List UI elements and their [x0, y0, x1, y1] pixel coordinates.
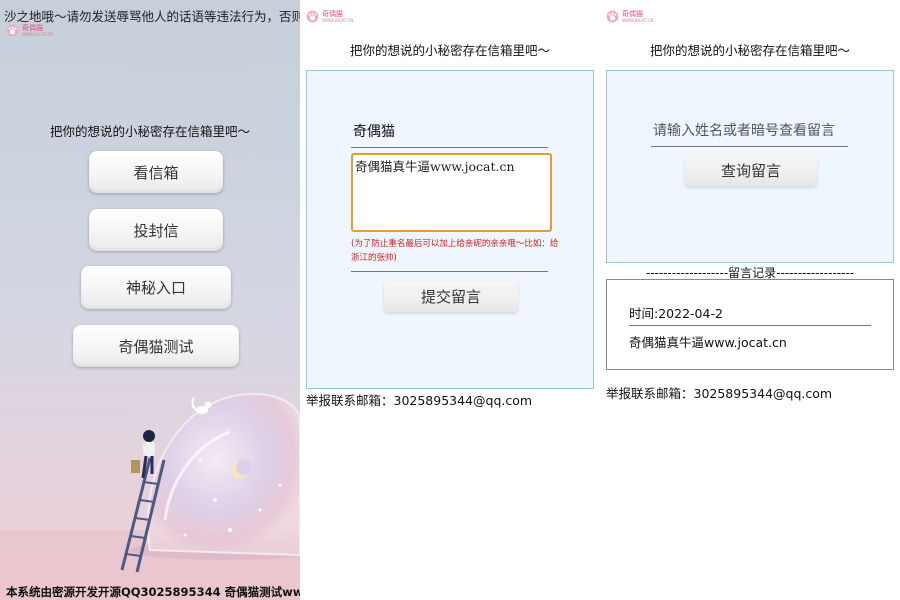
paw-icon [6, 24, 19, 37]
star-1 [213, 498, 217, 502]
query-panel: 奇偶猫 WWW.JOCAT.CN 把你的想说的小秘密存在信箱里吧～ 查询留言 -… [600, 0, 900, 600]
logo-text: 奇偶猫 WWW.JOCAT.CN [22, 24, 53, 37]
bubble-shape [147, 392, 300, 557]
query-message-button[interactable]: 查询留言 [685, 155, 817, 186]
form-divider [351, 271, 548, 272]
record-time: 时间:2022-04-2 [629, 306, 723, 321]
logo-text: 奇偶猫 WWW.JOCAT.CN [622, 10, 653, 23]
search-underline [651, 146, 848, 147]
home-panel: 沙之地哦～请勿发送辱骂他人的话语等违法行为，否则追 奇偶猫 WWW.JOCAT.… [0, 0, 300, 600]
view-mailbox-button[interactable]: 看信箱 [89, 151, 223, 193]
moon-cut [236, 459, 252, 475]
site-logo[interactable]: 奇偶猫 WWW.JOCAT.CN [6, 24, 53, 37]
logo-name: 奇偶猫 [622, 10, 643, 18]
query-form: 查询留言 [606, 70, 894, 263]
star-6 [183, 533, 187, 537]
logo-subtitle: WWW.JOCAT.CN [622, 18, 654, 23]
home-heading: 把你的想说的小秘密存在信箱里吧～ [49, 124, 250, 139]
compose-panel: 奇偶猫 WWW.JOCAT.CN 把你的想说的小秘密存在信箱里吧～ 奇偶猫 奇偶… [300, 0, 600, 600]
logo-subtitle: WWW.JOCAT.CN [322, 18, 354, 23]
secret-entrance-button[interactable]: 神秘入口 [81, 266, 231, 309]
footer-text: 本系统由密源开发开源QQ3025895344 奇偶猫测试www.jocat.cn [6, 585, 300, 599]
paw-icon [306, 10, 319, 23]
star-5 [228, 528, 232, 532]
report-email: 举报联系邮箱：3025895344@qq.com [606, 386, 833, 401]
name-underline [351, 147, 548, 148]
search-input[interactable] [653, 117, 849, 145]
recipient-name-field[interactable]: 奇偶猫 [353, 121, 395, 141]
query-heading: 把你的想说的小秘密存在信箱里吧～ [649, 43, 850, 58]
notice-marquee: 沙之地哦～请勿发送辱骂他人的话语等违法行为，否则追 [4, 9, 300, 24]
submit-message-button[interactable]: 提交留言 [384, 281, 518, 312]
site-logo[interactable]: 奇偶猫 WWW.JOCAT.CN [306, 10, 353, 23]
logo-text: 奇偶猫 WWW.JOCAT.CN [322, 10, 353, 23]
message-textarea[interactable]: 奇偶猫真牛逼www.jocat.cn [351, 153, 552, 232]
paw-icon [606, 10, 619, 23]
star-4 [278, 483, 282, 487]
compose-heading: 把你的想说的小秘密存在信箱里吧～ [349, 43, 550, 58]
site-logo[interactable]: 奇偶猫 WWW.JOCAT.CN [606, 10, 653, 23]
message-record: 时间:2022-04-2 奇偶猫真牛逼www.jocat.cn [606, 279, 894, 370]
record-divider [629, 325, 871, 326]
send-letter-button[interactable]: 投封信 [89, 209, 223, 251]
logo-name: 奇偶猫 [322, 10, 343, 18]
record-message: 奇偶猫真牛逼www.jocat.cn [629, 335, 787, 350]
logo-subtitle: WWW.JOCAT.CN [22, 32, 54, 37]
star-2 [258, 508, 262, 512]
logo-name: 奇偶猫 [22, 24, 43, 32]
compose-form: 奇偶猫 奇偶猫真牛逼www.jocat.cn (为了防止重名最后可以加上给亲昵的… [306, 70, 594, 389]
bubble-illustration [0, 392, 300, 600]
report-email: 举报联系邮箱：3025895344@qq.com [306, 393, 533, 408]
star-3 [198, 458, 202, 462]
girl-figure [131, 430, 155, 479]
name-hint-text: (为了防止重名最后可以加上给亲昵的亲亲哦～比如：给浙江的张帅) [351, 239, 559, 263]
